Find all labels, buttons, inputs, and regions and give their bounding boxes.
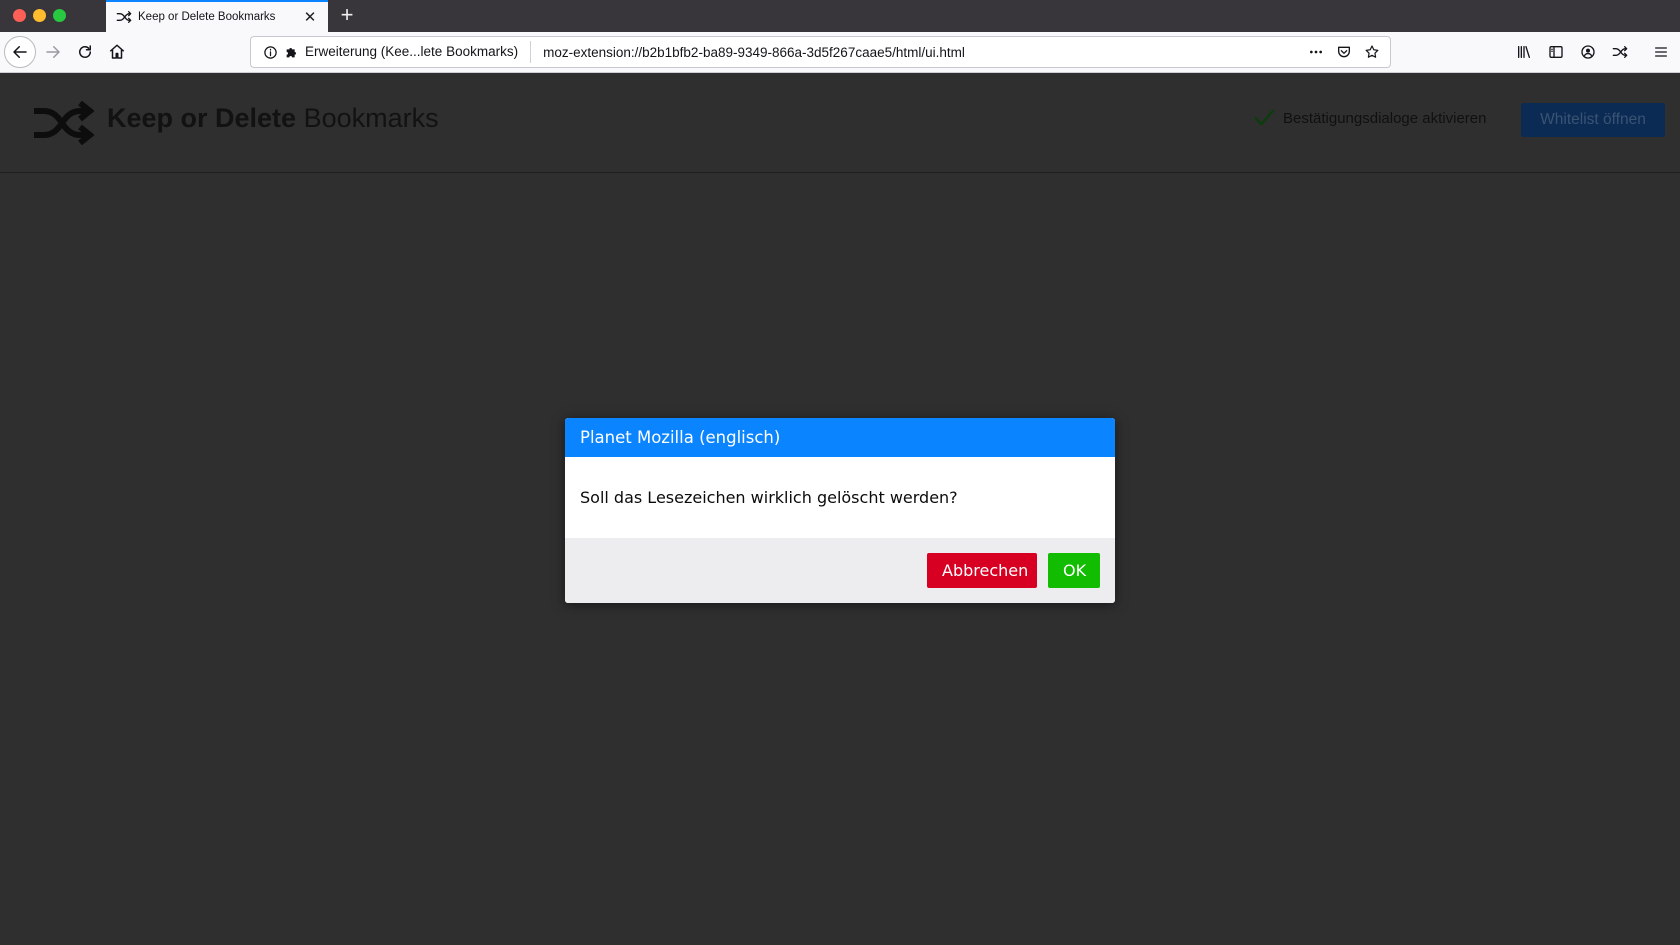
window-zoom-button[interactable] xyxy=(53,9,66,22)
url-text[interactable]: moz-extension://b2b1bfb2-ba89-9349-866a-… xyxy=(543,45,1302,60)
checkmark-icon xyxy=(1254,109,1275,126)
home-button[interactable] xyxy=(101,36,133,68)
tab-keep-or-delete-bookmarks[interactable]: Keep or Delete Bookmarks ✕ xyxy=(106,0,328,32)
bookmark-star-icon xyxy=(1365,45,1379,58)
cancel-button[interactable]: Abbrechen xyxy=(927,553,1037,588)
sidebar-button[interactable] xyxy=(1540,36,1572,68)
shuffle-logo-icon xyxy=(34,101,94,145)
library-button[interactable] xyxy=(1508,36,1540,68)
menu-icon xyxy=(1655,47,1667,57)
app-header: Keep or Delete Bookmarks Bestätigungsdia… xyxy=(0,73,1680,173)
home-icon xyxy=(109,44,125,59)
pocket-button[interactable] xyxy=(1330,38,1358,66)
delete-confirm-dialog: Planet Mozilla (englisch) Soll das Lesez… xyxy=(565,418,1115,603)
browser-navbar: Erweiterung (Kee...lete Bookmarks) moz-e… xyxy=(0,32,1680,73)
account-icon xyxy=(1581,45,1595,59)
forward-button[interactable] xyxy=(37,36,69,68)
confirm-dialogs-label: Bestätigungsdialoge aktivieren xyxy=(1283,109,1487,127)
library-icon xyxy=(1518,46,1530,58)
dialog-footer: Abbrechen OK xyxy=(565,538,1115,603)
app-title-light: Bookmarks xyxy=(303,103,439,133)
reload-button[interactable] xyxy=(69,36,101,68)
info-icon[interactable] xyxy=(259,41,281,63)
dialog-header: Planet Mozilla (englisch) xyxy=(565,418,1115,457)
bookmark-star-button[interactable] xyxy=(1358,38,1386,66)
forward-arrow-icon xyxy=(46,46,60,58)
keep-or-delete-toolbar-button[interactable] xyxy=(1604,36,1636,68)
window-minimize-button[interactable] xyxy=(33,9,46,22)
shuffle-icon xyxy=(1612,46,1628,58)
confirm-dialogs-toggle[interactable]: Bestätigungsdialoge aktivieren xyxy=(1253,107,1486,129)
tab-title: Keep or Delete Bookmarks xyxy=(138,11,276,23)
back-arrow-icon xyxy=(13,46,27,58)
open-whitelist-button[interactable]: Whitelist öffnen xyxy=(1521,103,1665,137)
dialog-body: Soll das Lesezeichen wirklich gelöscht w… xyxy=(565,457,1115,538)
app-title: Keep or Delete Bookmarks xyxy=(107,103,439,134)
dialog-message: Soll das Lesezeichen wirklich gelöscht w… xyxy=(580,488,958,507)
shuffle-icon xyxy=(116,11,132,23)
puzzle-extension-icon xyxy=(283,43,301,61)
sidebar-icon xyxy=(1549,46,1563,58)
menu-button[interactable] xyxy=(1645,36,1677,68)
account-button[interactable] xyxy=(1572,36,1604,68)
dialog-title: Planet Mozilla (englisch) xyxy=(580,428,781,447)
reload-icon xyxy=(79,45,91,58)
window-close-button[interactable] xyxy=(13,9,26,22)
more-dots-icon xyxy=(1310,50,1322,54)
ok-button[interactable]: OK xyxy=(1048,553,1100,588)
app-title-bold: Keep or Delete xyxy=(107,103,297,133)
url-identity-label[interactable]: Erweiterung (Kee...lete Bookmarks) xyxy=(305,41,532,63)
new-tab-button[interactable]: + xyxy=(335,4,359,28)
back-button[interactable] xyxy=(4,36,36,68)
browser-titlebar: Keep or Delete Bookmarks ✕ + xyxy=(0,0,1680,32)
url-bar[interactable]: Erweiterung (Kee...lete Bookmarks) moz-e… xyxy=(250,36,1391,68)
pocket-icon xyxy=(1338,46,1350,58)
page-actions-button[interactable] xyxy=(1302,38,1330,66)
tab-close-icon[interactable]: ✕ xyxy=(302,9,318,26)
